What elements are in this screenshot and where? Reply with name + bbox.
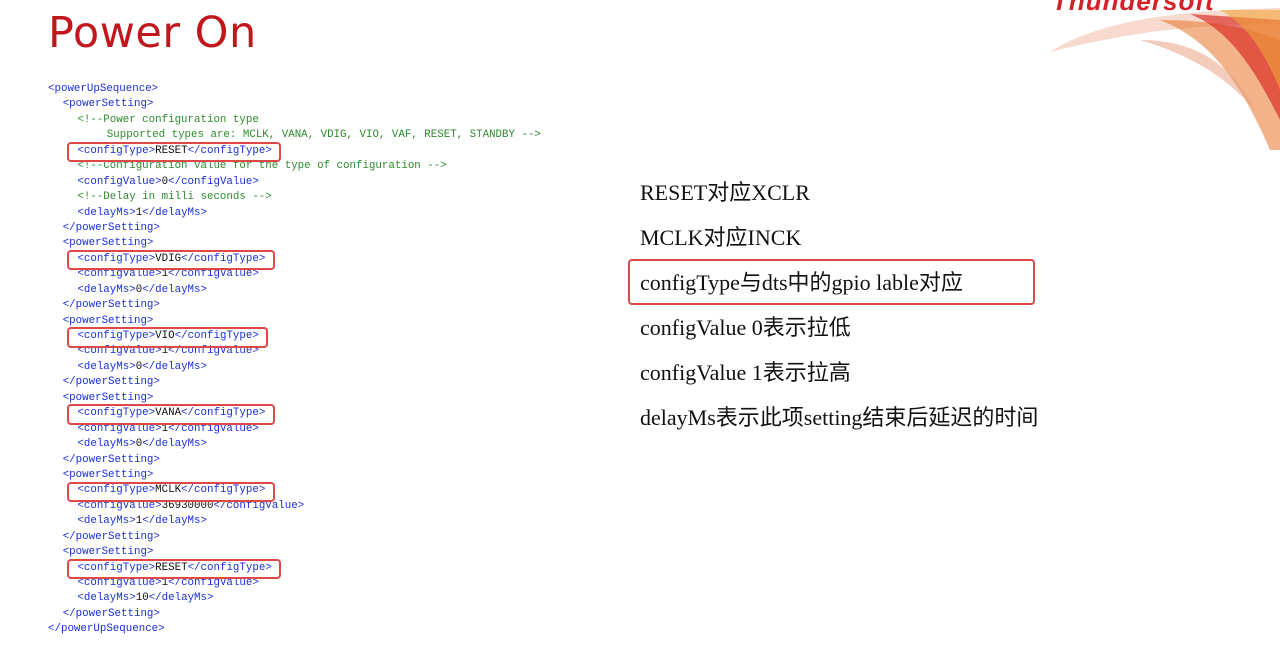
- code-line: </powerSetting>: [48, 298, 541, 313]
- code-line: <delayMs>1</delayMs>: [48, 514, 541, 529]
- code-line: <powerUpSequence>: [48, 82, 541, 97]
- xml-tag: <powerSetting>: [62, 237, 154, 250]
- corner-swoosh-decoration: [1050, 8, 1280, 150]
- note-highlight-box: [628, 259, 1035, 305]
- note-item: delayMs表示此项setting结束后延迟的时间: [640, 405, 1039, 430]
- xml-tag: </powerSetting>: [62, 607, 160, 620]
- xml-tag: </delayMs>: [142, 283, 207, 296]
- config-type-highlight-box: [67, 404, 276, 425]
- xml-value: 10: [135, 592, 149, 605]
- xml-tag: <delayMs>: [77, 592, 136, 605]
- xml-tag: </powerUpSequence>: [48, 623, 165, 636]
- code-line: <delayMs>0</delayMs>: [48, 437, 541, 452]
- config-type-highlight-box: [67, 481, 276, 503]
- code-line: </powerSetting>: [48, 221, 541, 236]
- xml-tag: </delayMs>: [148, 592, 214, 605]
- code-line: <!--Power configuration type: [48, 113, 541, 128]
- xml-tag: </delayMs>: [142, 438, 207, 451]
- config-type-highlight-box: [67, 141, 282, 163]
- xml-tag: </configValue>: [168, 268, 259, 281]
- note-item: configValue 1表示拉高: [640, 360, 851, 385]
- xml-tag: <configValue>: [77, 268, 162, 281]
- xml-tag: <delayMs>: [77, 283, 136, 296]
- xml-tag: <delayMs>: [77, 515, 136, 528]
- xml-tag: <delayMs>: [77, 360, 136, 373]
- code-line: </powerSetting>: [48, 453, 541, 468]
- code-line: <configValue>0</configValue>: [48, 175, 541, 190]
- brand-logo: Thundersoft: [1052, 0, 1215, 16]
- xml-tag: </delayMs>: [142, 515, 207, 528]
- xml-tag: </powerSetting>: [62, 299, 160, 312]
- xml-tag: <configValue>: [77, 175, 162, 188]
- xml-tag: <powerUpSequence>: [48, 83, 159, 95]
- xml-tag: </configValue>: [168, 175, 259, 188]
- xml-tag: <delayMs>: [77, 206, 136, 219]
- config-type-highlight-box: [67, 327, 269, 348]
- code-line: <delayMs>1</delayMs>: [48, 206, 541, 221]
- code-line: <delayMs>0</delayMs>: [48, 283, 541, 298]
- xml-tag: <powerSetting>: [62, 468, 154, 481]
- code-line: <!--Delay in milli seconds -->: [48, 190, 541, 205]
- xml-tag: <powerSetting>: [62, 314, 154, 327]
- xml-tag: <powerSetting>: [62, 546, 154, 559]
- xml-comment: <!--Delay in milli seconds -->: [77, 191, 272, 204]
- slide-title: Power On: [48, 8, 257, 58]
- xml-tag: <delayMs>: [77, 438, 136, 451]
- note-item: MCLK对应INCK: [640, 225, 802, 250]
- xml-tag: </powerSetting>: [62, 453, 160, 466]
- xml-tag: <powerSetting>: [62, 391, 154, 404]
- xml-tag: <powerSetting>: [62, 98, 154, 111]
- code-line: </powerSetting>: [48, 607, 541, 622]
- code-line: <delayMs>10</delayMs>: [48, 591, 541, 606]
- config-type-highlight-box: [67, 249, 276, 271]
- code-line: <delayMs>0</delayMs>: [48, 360, 541, 375]
- xml-comment: Supported types are: MCLK, VANA, VDIG, V…: [106, 129, 541, 142]
- code-line: </powerSetting>: [48, 530, 541, 545]
- notes-list: RESET对应XCLR MCLK对应INCK configType与dts中的gpi…: [640, 170, 1038, 440]
- xml-tag: </powerSetting>: [62, 530, 160, 543]
- xml-tag: </powerSetting>: [62, 376, 160, 389]
- code-line: </powerUpSequence>: [48, 622, 541, 637]
- code-line: <powerSetting>: [48, 97, 541, 112]
- xml-tag: </delayMs>: [142, 360, 207, 373]
- xml-comment: <!--Power configuration type: [77, 113, 259, 126]
- xml-code-block: <powerUpSequence> <powerSetting> <!--Power…: [48, 82, 541, 638]
- xml-tag: </powerSetting>: [62, 221, 160, 234]
- code-line: </powerSetting>: [48, 375, 541, 390]
- xml-tag: </delayMs>: [142, 206, 207, 219]
- slide: Power On Thundersoft <powerUpSequence> <p…: [0, 0, 1280, 651]
- note-item: RESET对应XCLR: [640, 180, 810, 205]
- config-type-highlight-box: [67, 558, 282, 580]
- note-item: configValue 0表示拉低: [640, 315, 851, 340]
